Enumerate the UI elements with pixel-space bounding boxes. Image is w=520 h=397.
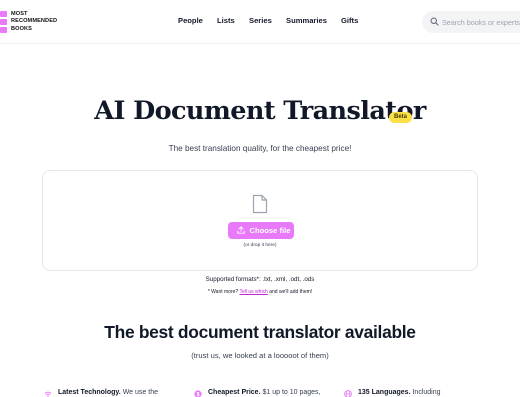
- nav-item-summaries[interactable]: Summaries: [286, 16, 327, 25]
- logo-line-3: BOOKS: [11, 25, 33, 32]
- logo-mark-icon: [0, 11, 7, 33]
- beta-badge: Beta: [389, 112, 413, 123]
- feature-2-text: $1 up to 10 pages,: [260, 389, 321, 396]
- want-more-note: * Want more? Tell us which and we'll add…: [0, 289, 520, 295]
- logo-line-2: RECOMMENDED: [11, 18, 58, 25]
- feature-3-bold: 135 Languages.: [358, 389, 411, 396]
- tell-us-link[interactable]: Tell us which: [240, 289, 268, 295]
- nav-item-lists[interactable]: Lists: [217, 16, 235, 25]
- want-more-suffix: and we'll add them!: [267, 289, 313, 295]
- section-title: The best document translator available: [104, 322, 416, 342]
- section-subtitle: (trust us, we looked at a looooot of the…: [191, 351, 329, 360]
- globe-icon: [344, 390, 352, 397]
- nav-item-people[interactable]: People: [178, 16, 203, 25]
- choose-file-label: Choose file: [249, 226, 291, 235]
- search-box[interactable]: [422, 11, 520, 33]
- upload-dropzone[interactable]: Choose file (or drop it here): [42, 170, 478, 271]
- page-subtitle: The best translation quality, for the ch…: [168, 144, 352, 153]
- nav-item-gifts[interactable]: Gifts: [341, 16, 358, 25]
- feature-3-text: Including: [410, 389, 441, 396]
- search-icon: [430, 17, 439, 26]
- feature-2-bold: Cheapest Price.: [208, 389, 261, 396]
- wifi-icon: [44, 391, 52, 397]
- logo-line-1: MOST: [11, 11, 28, 17]
- dollar-icon: $: [194, 390, 202, 397]
- nav-item-series[interactable]: Series: [249, 16, 272, 25]
- feature-1-text: We use the: [120, 389, 158, 396]
- drop-hint: (or drop it here): [243, 243, 277, 248]
- search-input[interactable]: [442, 15, 520, 29]
- choose-file-button[interactable]: Choose file: [228, 222, 294, 239]
- svg-text:$: $: [196, 392, 199, 397]
- upload-icon: [237, 226, 245, 234]
- site-header: MOST RECOMMENDED BOOKS People Lists Seri…: [0, 0, 520, 44]
- supported-formats: Supported formats*: .txt, .xml, .odt, .o…: [205, 276, 315, 283]
- logo[interactable]: MOST RECOMMENDED BOOKS: [0, 11, 80, 35]
- want-more-prefix: * Want more?: [207, 289, 240, 295]
- page-title: AI Document Translator: [94, 96, 426, 126]
- feature-1-bold: Latest Technology.: [58, 389, 121, 396]
- file-icon: [252, 194, 268, 214]
